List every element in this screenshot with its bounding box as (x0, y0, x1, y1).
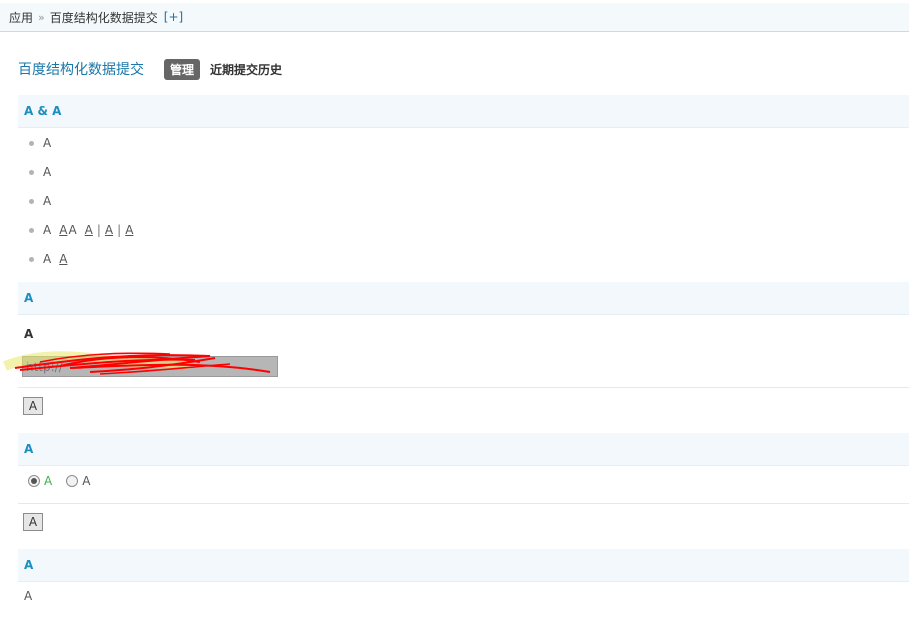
section-heading-1: A & A (18, 95, 909, 128)
radio-option-1[interactable] (28, 475, 40, 487)
list-item-link[interactable]: A (105, 223, 113, 237)
bullet-icon (29, 198, 34, 204)
list-item-link[interactable]: A (59, 223, 67, 237)
bullet-icon (29, 169, 34, 175)
breadcrumb-current[interactable]: 百度结构化数据提交 (50, 9, 158, 26)
section-heading-4: A (18, 549, 909, 582)
breadcrumb-separator: » (38, 10, 45, 24)
url-input[interactable] (22, 356, 278, 377)
bullet-icon (29, 256, 34, 262)
manage-tab[interactable]: 管理 (164, 58, 201, 80)
list-item: A A A A | A | A (29, 222, 133, 238)
list-item-link[interactable]: A (59, 252, 67, 266)
list-item-text: A (43, 223, 52, 237)
list-item: A (29, 135, 51, 151)
list-item-text: A (43, 194, 52, 208)
radio-option-1-label[interactable]: A (44, 474, 52, 488)
breadcrumb: 应用 » 百度结构化数据提交 [+] (0, 3, 909, 32)
submit-button[interactable]: A (23, 397, 43, 415)
list-item-link[interactable]: A (68, 223, 76, 237)
list-item-link[interactable]: A (125, 223, 133, 237)
list-item-link[interactable]: A (85, 223, 93, 237)
list-item: A (29, 164, 51, 180)
list-item-text: A (43, 252, 52, 266)
save-button[interactable]: A (23, 513, 43, 531)
radio-group: A A (28, 473, 90, 489)
list-item: A A (29, 251, 67, 267)
page-title: 百度结构化数据提交 (18, 62, 144, 78)
section-heading-2: A (18, 282, 909, 315)
history-tab[interactable]: 近期提交历史 (210, 61, 282, 78)
radio-option-2[interactable] (66, 475, 79, 487)
radio-option-2-label[interactable]: A (82, 474, 90, 488)
list-item: A (29, 193, 51, 209)
field-label: A (24, 327, 34, 341)
section-text: A (24, 589, 33, 603)
page-header: 百度结构化数据提交 管理 近期提交历史 (18, 58, 282, 80)
list-item-text: A (43, 165, 52, 179)
breadcrumb-add-button[interactable]: [+] (164, 10, 183, 24)
breadcrumb-root[interactable]: 应用 (9, 9, 33, 26)
bullet-icon (29, 227, 34, 233)
bullet-icon (29, 140, 34, 146)
list-item-text: A (43, 136, 52, 150)
section-heading-3: A (18, 433, 909, 466)
